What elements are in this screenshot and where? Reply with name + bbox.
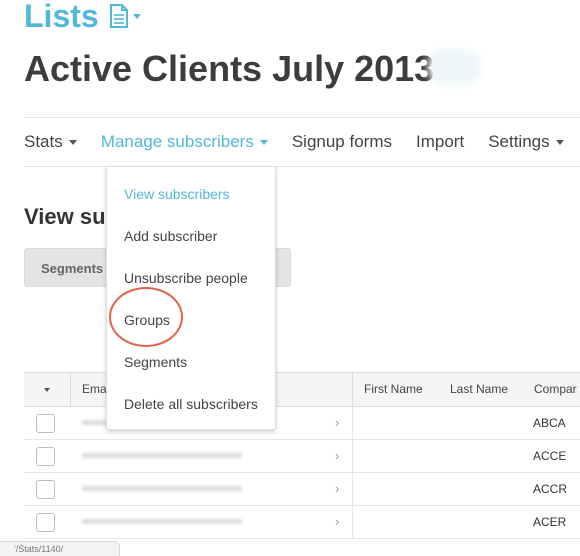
select-all-dropdown[interactable]: [24, 373, 71, 406]
chevron-right-icon[interactable]: ›: [335, 448, 339, 463]
column-divider: [352, 373, 353, 406]
chevron-down-icon: [555, 139, 564, 145]
column-first-name[interactable]: First Name: [364, 382, 423, 396]
page-title: Active Clients July 2013: [24, 48, 435, 89]
list-nav: Stats Manage subscribers Signup forms Im…: [24, 132, 580, 152]
nav-import-label: Import: [416, 132, 465, 151]
chevron-right-icon[interactable]: ›: [335, 481, 339, 496]
menu-item-unsubscribe-people[interactable]: Unsubscribe people: [124, 270, 248, 286]
document-icon[interactable]: [109, 4, 141, 28]
chevron-right-icon[interactable]: ›: [335, 415, 339, 430]
blurred-badge: [428, 50, 480, 84]
row-checkbox[interactable]: [36, 447, 55, 466]
column-last-name[interactable]: Last Name: [450, 382, 508, 396]
nav-settings[interactable]: Settings: [488, 132, 564, 152]
chevron-right-icon[interactable]: ›: [335, 514, 339, 529]
lists-header: Lists: [24, 0, 141, 36]
chevron-down-icon: [259, 139, 268, 145]
email-cell-blurred: [82, 519, 242, 524]
column-divider: [352, 407, 353, 439]
email-cell-blurred: [82, 453, 242, 458]
nav-import[interactable]: Import: [416, 132, 464, 152]
company-cell: ACCE: [533, 449, 567, 463]
row-checkbox[interactable]: [36, 414, 55, 433]
nav-stats-label: Stats: [24, 132, 63, 151]
nav-signup-forms-label: Signup forms: [291, 132, 392, 151]
section-title: Lists: [24, 0, 99, 34]
chevron-down-icon[interactable]: [132, 13, 141, 19]
chevron-down-icon: [68, 139, 77, 145]
menu-item-delete-all-subscribers[interactable]: Delete all subscribers: [124, 396, 258, 412]
table-row[interactable]: › ACCR: [24, 473, 580, 506]
company-cell: ACER: [533, 515, 567, 529]
nav-divider-top: [24, 117, 580, 118]
company-cell: ABCA: [533, 416, 566, 430]
column-divider: [352, 473, 353, 505]
nav-stats[interactable]: Stats: [24, 132, 77, 152]
menu-item-segments[interactable]: Segments: [124, 354, 187, 370]
table-row[interactable]: › ACCE: [24, 440, 580, 473]
column-divider: [352, 506, 353, 538]
nav-signup-forms[interactable]: Signup forms: [292, 132, 392, 152]
row-checkbox[interactable]: [36, 513, 55, 532]
table-row[interactable]: › ACER: [24, 506, 580, 539]
nav-settings-label: Settings: [488, 132, 550, 151]
groups-highlight-circle: [109, 287, 183, 347]
column-divider: [352, 440, 353, 472]
nav-manage-subscribers[interactable]: Manage subscribers: [101, 132, 268, 152]
status-url: '/Stats/1140/: [0, 541, 120, 556]
column-company[interactable]: Compar: [534, 382, 577, 396]
email-cell-blurred: [82, 486, 242, 491]
chevron-down-icon: [44, 387, 50, 392]
row-checkbox[interactable]: [36, 480, 55, 499]
company-cell: ACCR: [533, 482, 568, 496]
menu-item-view-subscribers[interactable]: View subscribers: [124, 186, 230, 202]
view-subscribers-heading: View su: [24, 204, 106, 229]
nav-manage-subscribers-label: Manage subscribers: [100, 132, 254, 151]
column-email[interactable]: Ema: [82, 382, 107, 396]
menu-item-add-subscriber[interactable]: Add subscriber: [124, 228, 217, 244]
